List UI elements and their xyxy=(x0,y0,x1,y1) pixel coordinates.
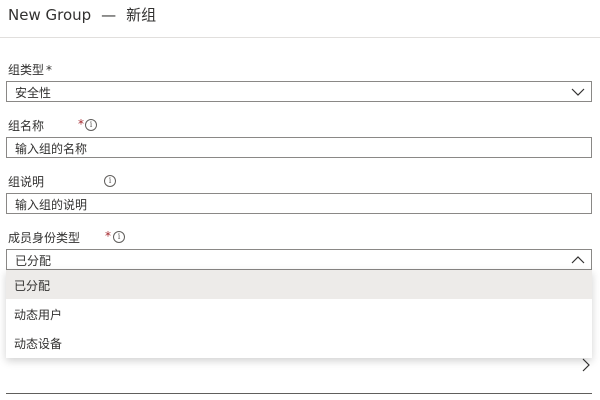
required-asterisk: * xyxy=(105,229,111,243)
required-asterisk: * xyxy=(78,117,84,131)
group-type-label-text: 组类型 xyxy=(8,63,45,77)
membership-type-options: 已分配 动态用户 动态设备 xyxy=(6,270,592,358)
page-title: New Group — 新组 xyxy=(8,4,156,25)
group-type-label: 组类型 * xyxy=(8,61,52,78)
group-name-label: 组名称 xyxy=(8,117,44,134)
title-en: New Group xyxy=(8,6,92,24)
title-separator: — xyxy=(101,6,117,24)
group-desc-placeholder: 输入组的说明 xyxy=(15,198,88,212)
chevron-right-icon[interactable] xyxy=(580,357,592,373)
membership-type-label-text: 成员身份类型 xyxy=(8,231,81,245)
group-type-dropdown[interactable]: 安全性 xyxy=(6,81,592,102)
option-assigned[interactable]: 已分配 xyxy=(6,270,592,299)
chevron-down-icon xyxy=(571,88,585,96)
membership-type-label: 成员身份类型 xyxy=(8,229,80,246)
info-icon[interactable]: i xyxy=(113,231,125,243)
group-name-input[interactable]: 输入组的名称 xyxy=(6,137,592,158)
info-icon[interactable]: i xyxy=(85,119,97,131)
group-name-label-text: 组名称 xyxy=(8,119,45,133)
group-name-placeholder: 输入组的名称 xyxy=(15,142,88,156)
members-divider xyxy=(6,393,592,394)
required-asterisk: * xyxy=(46,63,53,77)
chevron-up-icon xyxy=(571,256,585,264)
info-icon[interactable]: i xyxy=(104,175,116,187)
header-divider xyxy=(0,37,600,38)
option-dynamic-device[interactable]: 动态设备 xyxy=(6,328,592,357)
membership-type-value: 已分配 xyxy=(15,254,52,268)
title-zh: 新组 xyxy=(126,6,157,24)
group-desc-label: 组说明 xyxy=(8,173,44,190)
group-type-value: 安全性 xyxy=(15,86,52,100)
group-desc-input[interactable]: 输入组的说明 xyxy=(6,193,592,214)
option-dynamic-user[interactable]: 动态用户 xyxy=(6,299,592,328)
membership-type-dropdown[interactable]: 已分配 xyxy=(6,249,592,270)
group-desc-label-text: 组说明 xyxy=(8,175,45,189)
